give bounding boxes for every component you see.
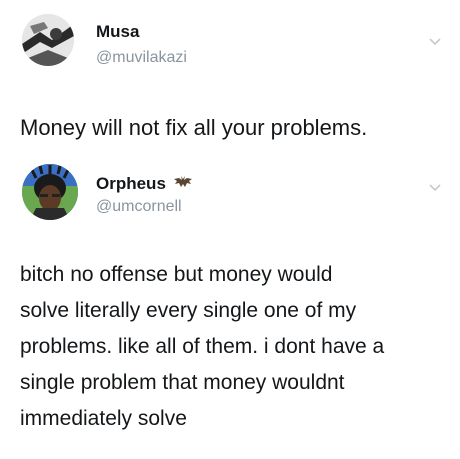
handle-orpheus[interactable]: @umcornell xyxy=(96,198,182,216)
bat-emoji-icon xyxy=(173,176,192,187)
tweet-text-orpheus: bitch no offense but money would solve l… xyxy=(20,263,385,430)
user-avatar-icon xyxy=(22,164,78,220)
tweet-header-orpheus: Orpheus @umcornell xyxy=(0,160,460,240)
display-name-text: Orpheus xyxy=(96,174,166,193)
handle-musa[interactable]: @muvilakazi xyxy=(96,49,187,67)
display-name-musa[interactable]: Musa xyxy=(96,22,139,42)
user-avatar-icon xyxy=(22,14,74,66)
chevron-down-icon[interactable] xyxy=(428,36,442,46)
avatar-orpheus[interactable] xyxy=(22,164,78,220)
tweet-header-musa: Musa @muvilakazi xyxy=(0,0,460,80)
chevron-down-icon[interactable] xyxy=(428,182,442,192)
avatar-musa[interactable] xyxy=(22,14,74,66)
display-name-orpheus[interactable]: Orpheus xyxy=(96,174,193,194)
tweet-text-musa: Money will not fix all your problems. xyxy=(20,115,368,140)
